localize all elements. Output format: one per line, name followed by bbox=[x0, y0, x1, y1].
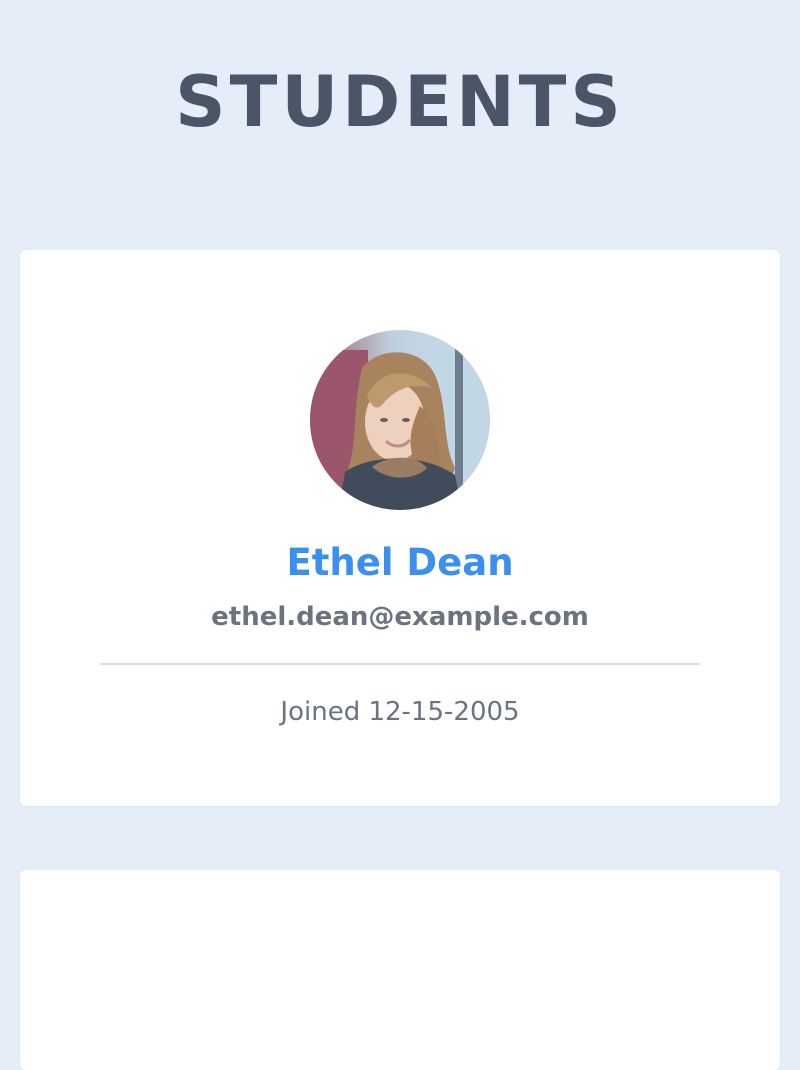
student-email: ethel.dean@example.com bbox=[211, 602, 589, 632]
joined-date: Joined 12-15-2005 bbox=[280, 697, 520, 727]
page-title: STUDENTS bbox=[175, 61, 625, 143]
card-divider bbox=[100, 663, 700, 665]
student-name: Ethel Dean bbox=[286, 541, 514, 584]
avatar-photo bbox=[310, 330, 490, 510]
students-page: { "page": { "title": "STUDENTS" }, "stud… bbox=[0, 0, 800, 1070]
student-card: Ethel Dean ethel.dean@example.com Joined… bbox=[20, 250, 780, 806]
student-avatar bbox=[310, 330, 490, 510]
next-student-card bbox=[20, 870, 780, 1070]
